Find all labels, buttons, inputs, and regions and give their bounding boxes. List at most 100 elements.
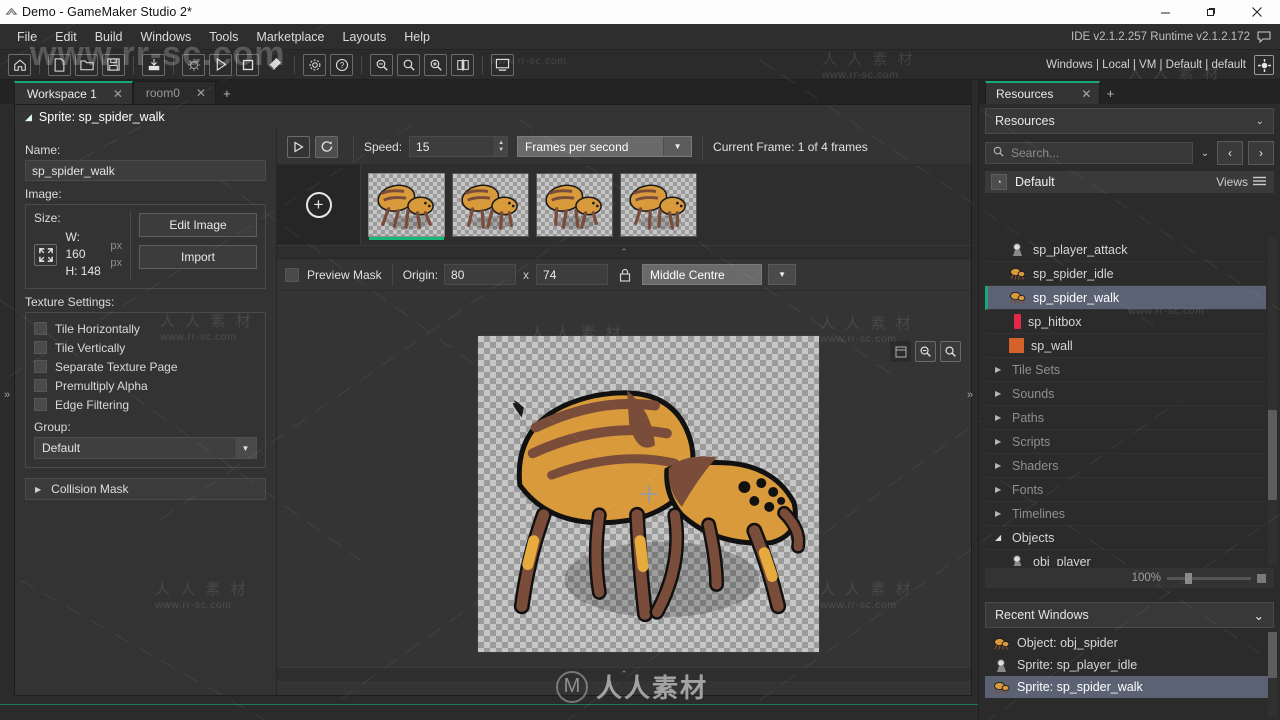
group-dropdown[interactable]: Default ▼ — [34, 437, 257, 459]
frame-thumbnail-4[interactable] — [620, 173, 697, 237]
origin-anchor-dropdown[interactable]: Middle Centre — [642, 264, 763, 285]
checkbox-row-tile-vertically[interactable]: Tile Vertically — [34, 338, 257, 357]
recent-item-obj-spider[interactable]: Object: obj_spider — [985, 632, 1274, 654]
tree-item-sounds[interactable]: ▶ Sounds — [985, 382, 1266, 406]
run-icon[interactable] — [209, 53, 232, 76]
sprite-canvas-area[interactable]: ⌃ — [277, 333, 971, 681]
chat-bubble-icon[interactable] — [1256, 29, 1272, 45]
fit-view-icon[interactable] — [890, 341, 911, 362]
checkbox-preview-mask[interactable] — [285, 267, 299, 282]
help-question-icon[interactable]: ? — [330, 53, 353, 76]
triangle-down-icon[interactable]: ◢ — [995, 533, 1007, 542]
views-button[interactable]: Views — [1216, 175, 1266, 189]
sprite-preview-canvas[interactable] — [477, 335, 820, 653]
add-frame-button[interactable]: + — [277, 165, 361, 245]
add-workspace-button[interactable]: + — [216, 82, 238, 104]
close-icon[interactable]: ✕ — [196, 86, 206, 100]
tree-item-sp-spider-walk[interactable]: sp_spider_walk — [985, 286, 1266, 310]
import-icon[interactable] — [142, 53, 165, 76]
clean-icon[interactable] — [263, 54, 286, 76]
search-options-chevron-down-icon[interactable]: ⌄ — [1198, 148, 1212, 159]
triangle-right-icon[interactable]: ▶ — [995, 437, 1007, 446]
workspace-tab-room0[interactable]: room0 ✕ — [132, 81, 216, 104]
tree-item-sp-player-attack[interactable]: sp_player_attack — [985, 238, 1266, 262]
speed-input[interactable]: 15 — [409, 136, 496, 157]
tree-scrollbar-track[interactable] — [1268, 238, 1277, 566]
triangle-right-icon[interactable]: ▶ — [995, 509, 1007, 518]
frame-thumbnail-3[interactable] — [536, 173, 613, 237]
checkbox-tile-horizontally[interactable] — [34, 322, 47, 335]
chevron-down-icon[interactable]: ⌄ — [1254, 608, 1264, 623]
checkbox-row-tile-horizontally[interactable]: Tile Horizontally — [34, 319, 257, 338]
lock-icon[interactable] — [616, 265, 634, 285]
workspace-tab-workspace-1[interactable]: Workspace 1 ✕ — [14, 81, 133, 104]
triangle-right-icon[interactable]: ▶ — [995, 461, 1007, 470]
resource-tree[interactable]: sp_player_attack sp_spider_idle sp_spide… — [985, 238, 1266, 566]
tree-item-sp-spider-idle[interactable]: sp_spider_idle — [985, 262, 1266, 286]
nav-next-button[interactable]: › — [1248, 141, 1274, 165]
import-button[interactable]: Import — [139, 245, 257, 269]
checkbox-row-separate-texture-page[interactable]: Separate Texture Page — [34, 357, 257, 376]
menu-item-layouts[interactable]: Layouts — [334, 27, 396, 47]
frames-splitter[interactable]: ⌃ — [277, 245, 971, 259]
maximize-icon[interactable] — [1188, 0, 1234, 24]
open-folder-icon[interactable] — [75, 53, 98, 76]
menu-item-windows[interactable]: Windows — [132, 27, 201, 47]
checkbox-separate-texture-page[interactable] — [34, 360, 47, 373]
edit-image-button[interactable]: Edit Image — [139, 213, 257, 237]
menu-item-tools[interactable]: Tools — [200, 27, 247, 47]
preferences-gear-icon[interactable] — [303, 53, 326, 76]
close-icon[interactable]: ✕ — [1081, 87, 1091, 101]
tree-item-timelines[interactable]: ▶ Timelines — [985, 502, 1266, 526]
sprite-name-input[interactable]: sp_spider_walk — [25, 160, 266, 181]
tab-resources[interactable]: Resources ✕ — [985, 81, 1101, 104]
checkbox-row-premultiply-alpha[interactable]: Premultiply Alpha — [34, 376, 257, 395]
add-panel-button[interactable]: + — [1100, 82, 1120, 104]
collision-mask-section[interactable]: ▶ Collision Mask — [25, 478, 266, 500]
recent-windows-header[interactable]: Recent Windows ⌄ — [985, 602, 1274, 628]
search-input[interactable]: Search... — [985, 142, 1193, 164]
play-icon[interactable] — [287, 135, 310, 158]
stop-icon[interactable] — [236, 53, 259, 76]
checkbox-edge-filtering[interactable] — [34, 398, 47, 411]
zoom-in-icon[interactable] — [940, 341, 961, 362]
origin-y-input[interactable]: 74 — [536, 264, 609, 285]
tree-item-obj-player[interactable]: obj_player — [985, 550, 1266, 566]
recent-item-sp-player-idle[interactable]: Sprite: sp_player_idle — [985, 654, 1274, 676]
tree-item-tile-sets[interactable]: ▶ Tile Sets — [985, 358, 1266, 382]
menu-item-help[interactable]: Help — [395, 27, 439, 47]
checkbox-premultiply-alpha[interactable] — [34, 379, 47, 392]
resource-group-default[interactable]: ◔ Default Views — [985, 171, 1274, 193]
zoom-out-icon[interactable] — [915, 341, 936, 362]
triangle-right-icon[interactable]: ▶ — [995, 413, 1007, 422]
menu-item-marketplace[interactable]: Marketplace — [247, 27, 333, 47]
tree-zoom-knob[interactable] — [1185, 572, 1192, 584]
menu-item-edit[interactable]: Edit — [46, 27, 86, 47]
close-icon[interactable] — [1234, 0, 1280, 24]
new-file-icon[interactable] — [48, 53, 71, 76]
chevron-down-icon[interactable]: ▼ — [234, 438, 256, 458]
tree-item-shaders[interactable]: ▶ Shaders — [985, 454, 1266, 478]
recent-item-sp-spider-walk[interactable]: Sprite: sp_spider_walk — [985, 676, 1274, 698]
sprite-editor-header[interactable]: ◢ Sprite: sp_spider_walk — [15, 105, 971, 129]
resources-view-dropdown[interactable]: Resources ⌄ — [985, 108, 1274, 134]
close-icon[interactable]: ✕ — [113, 87, 123, 101]
zoom-in-icon[interactable] — [424, 53, 447, 76]
speed-stepper[interactable]: ▲ ▼ — [495, 136, 509, 157]
debug-icon[interactable] — [182, 53, 205, 76]
right-panel-collapse-handle[interactable]: » — [963, 380, 977, 410]
checkbox-row-edge-filtering[interactable]: Edge Filtering — [34, 395, 257, 414]
frame-thumbnail-1[interactable] — [368, 173, 445, 240]
recent-scrollbar-thumb[interactable] — [1268, 632, 1277, 678]
tree-item-sp-wall[interactable]: sp_wall — [985, 334, 1266, 358]
speed-unit-dropdown[interactable]: Frames per second ▼ — [517, 136, 693, 157]
frame-thumbnail-2[interactable] — [452, 173, 529, 237]
triangle-right-icon[interactable]: ▶ — [995, 365, 1007, 374]
tree-item-objects[interactable]: ◢ Objects — [985, 526, 1266, 550]
tree-item-paths[interactable]: ▶ Paths — [985, 406, 1266, 430]
canvas-bottom-splitter[interactable]: ⌃ — [277, 667, 971, 681]
menu-item-build[interactable]: Build — [86, 27, 132, 47]
target-crosshair-icon[interactable] — [1254, 55, 1274, 75]
tree-scrollbar-thumb[interactable] — [1268, 410, 1277, 500]
tree-zoom-slider[interactable] — [1167, 572, 1251, 584]
